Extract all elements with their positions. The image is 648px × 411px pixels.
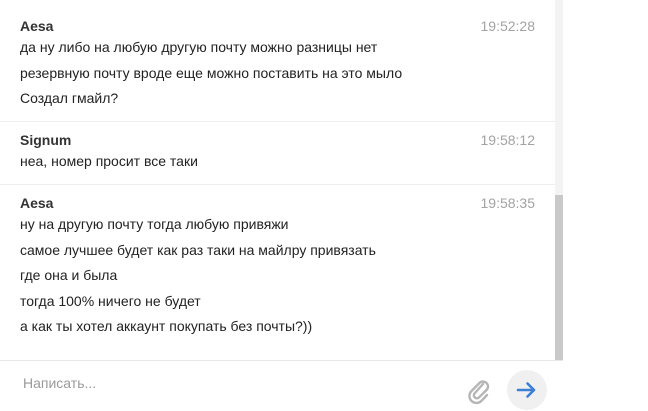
send-button[interactable] <box>507 370 547 410</box>
message-composer <box>0 360 563 405</box>
message-text: самое лучшее будет как раз таки на майлр… <box>20 241 376 258</box>
message-author: Aesa <box>20 195 54 211</box>
message-time: 19:58:35 <box>480 195 536 211</box>
message: Signum 19:58:12 неа, номер просит все та… <box>0 132 555 175</box>
message-body: ну на другую почту тогда любую привяжи с… <box>0 212 555 340</box>
message-text: а как ты хотел аккаунт покупать без почт… <box>20 318 313 334</box>
message-author: Aesa <box>20 18 54 34</box>
message-header: Aesa 19:58:35 <box>0 195 555 211</box>
message-text: где она и была <box>20 267 118 283</box>
scrollbar-thumb[interactable] <box>555 195 563 360</box>
paperclip-icon[interactable] <box>464 376 494 406</box>
message-author: Signum <box>20 132 72 148</box>
chat-scrollbar[interactable] <box>555 0 563 360</box>
message-text: неа, номер просит все таки <box>20 153 198 169</box>
message-text: ну на другую почту тогда любую привяжи <box>20 216 289 232</box>
message-body: да ну либо на любую другую почту можно р… <box>0 35 555 112</box>
chat-history[interactable]: Aesa 19:52:28 да ну либо на любую другую… <box>0 0 563 360</box>
arrow-right-icon <box>516 382 536 398</box>
message-header: Signum 19:58:12 <box>0 132 555 148</box>
message-divider <box>0 121 555 122</box>
message: Aesa 19:58:35 ну на другую почту тогда л… <box>0 195 555 340</box>
message-text: да ну либо на любую другую почту можно р… <box>20 39 378 55</box>
message-body: неа, номер просит все таки <box>0 149 555 175</box>
message-text: резервную почту вроде еще можно поставит… <box>20 64 403 81</box>
message-time: 19:58:12 <box>480 132 536 148</box>
message-divider <box>0 184 555 185</box>
message-text: Создал гмайл? <box>20 90 119 106</box>
message-text: тогда 100% ничего не будет <box>20 292 201 309</box>
message-time: 19:52:28 <box>480 18 536 34</box>
message: Aesa 19:52:28 да ну либо на любую другую… <box>0 18 555 112</box>
message-header: Aesa 19:52:28 <box>0 18 555 34</box>
message-input[interactable] <box>0 361 440 405</box>
